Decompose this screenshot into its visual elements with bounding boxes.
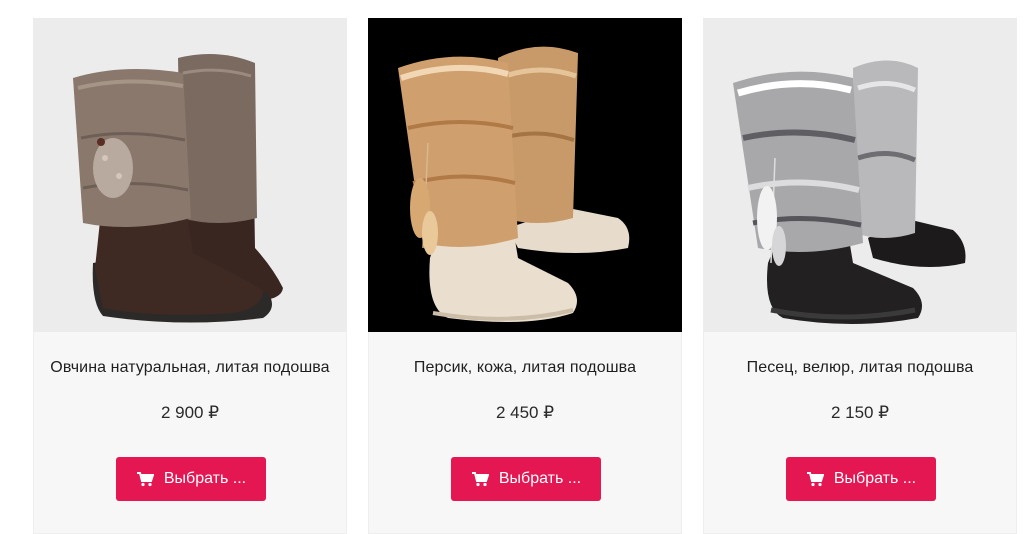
select-button-label: Выбрать ...	[163, 470, 247, 487]
cart-icon	[136, 471, 155, 487]
select-button-label: Выбрать ...	[498, 470, 582, 487]
cart-icon	[471, 471, 490, 487]
product-name[interactable]: Песец, велюр, литая подошва	[704, 359, 1016, 377]
product-card: Овчина натуральная, литая подошва 2 900 …	[33, 18, 347, 534]
cart-icon	[806, 471, 825, 487]
product-grid: Овчина натуральная, литая подошва 2 900 …	[0, 0, 1028, 534]
product-image[interactable]	[33, 18, 347, 332]
select-button[interactable]: Выбрать ...	[451, 457, 601, 501]
product-price: 2 900 ₽	[160, 403, 220, 422]
product-card: Песец, велюр, литая подошва 2 150 ₽ Выбр…	[703, 18, 1017, 534]
select-button-label: Выбрать ...	[833, 470, 917, 487]
select-button[interactable]: Выбрать ...	[786, 457, 936, 501]
product-price: 2 150 ₽	[830, 403, 890, 422]
product-price: 2 450 ₽	[495, 403, 555, 422]
product-card: Персик, кожа, литая подошва 2 450 ₽ Выбр…	[368, 18, 682, 534]
product-image[interactable]	[703, 18, 1017, 332]
select-button[interactable]: Выбрать ...	[116, 457, 266, 501]
product-name[interactable]: Овчина натуральная, литая подошва	[34, 359, 346, 377]
product-name[interactable]: Персик, кожа, литая подошва	[369, 359, 681, 377]
product-image[interactable]	[368, 18, 682, 332]
